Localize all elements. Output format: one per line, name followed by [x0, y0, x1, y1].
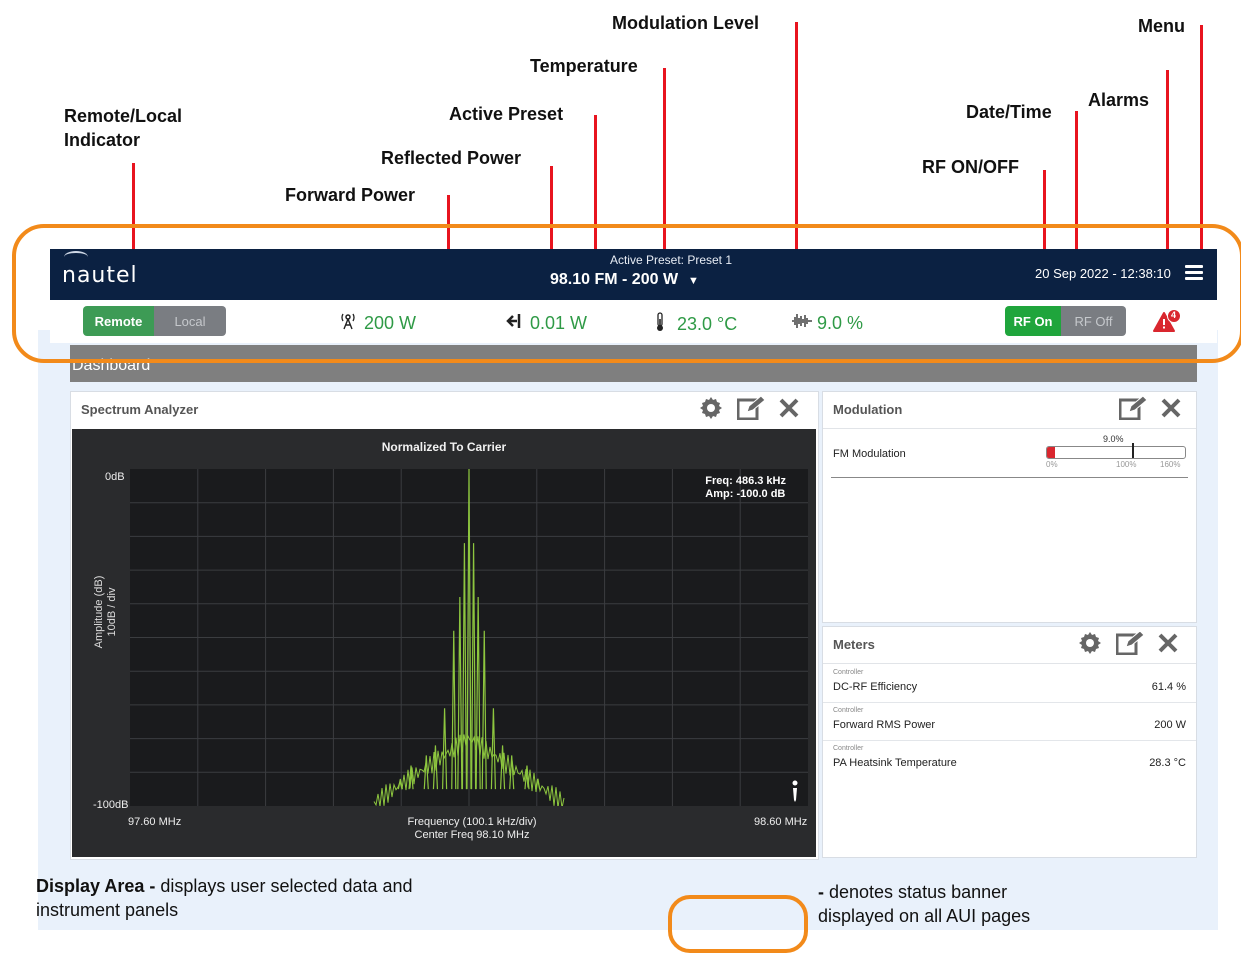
- close-icon[interactable]: [1158, 631, 1178, 661]
- modulation-row-divider: [831, 477, 1188, 478]
- y-axis-bottom-label: -100dB: [93, 799, 129, 811]
- display-area-note-bold: Display Area -: [36, 876, 156, 896]
- modulation-panel: Modulation FM Modulation 9.0% 0% 100% 16…: [822, 391, 1197, 623]
- spectrum-peak: [461, 543, 468, 790]
- spectrum-peak: [451, 630, 457, 790]
- callout-temperature: Temperature: [530, 56, 638, 76]
- scale-0-label: 0%: [1046, 460, 1058, 469]
- meters-panel-actions: [1078, 630, 1178, 661]
- callout-alarms: Alarms: [1088, 90, 1150, 110]
- meter-row: Controller Forward RMS Power 200 W: [823, 703, 1196, 741]
- edit-icon[interactable]: [1115, 630, 1145, 661]
- fm-modulation-label: FM Modulation: [833, 448, 906, 460]
- callout-menu: Menu: [1138, 16, 1185, 36]
- close-icon[interactable]: [779, 396, 799, 426]
- banner-legend-note: - denotes status banner displayed on all…: [818, 880, 1030, 928]
- modulation-panel-actions: [1118, 395, 1181, 426]
- meter-row: Controller PA Heatsink Temperature 28.3 …: [823, 741, 1196, 778]
- spectrum-panel-actions: [699, 395, 799, 426]
- modulation-panel-divider: [823, 428, 1196, 429]
- fm-modulation-value-label: 9.0%: [1103, 434, 1124, 444]
- x-axis-center-label-1: Frequency (100.1 kHz/div): [407, 816, 537, 828]
- spectrum-peak: [441, 708, 448, 790]
- edit-icon[interactable]: [1118, 395, 1148, 426]
- y-axis-title-line2: 10dB / div: [106, 587, 118, 637]
- spectrum-peak: [457, 597, 463, 790]
- cursor-readout-amp: Amp: -100.0 dB: [705, 488, 786, 500]
- meters-panel-title: Meters: [833, 637, 875, 652]
- meter-value: 61.4 %: [1151, 681, 1186, 693]
- close-icon[interactable]: [1161, 396, 1181, 426]
- callout-active-preset: Active Preset: [449, 104, 564, 124]
- meter-value: 200 W: [1154, 719, 1186, 731]
- scale-100-label: 100%: [1116, 460, 1137, 469]
- display-area-note-line2: instrument panels: [36, 900, 179, 920]
- y-axis-top-label: 0dB: [105, 471, 125, 483]
- callout-modulation-level: Modulation Level: [612, 13, 760, 33]
- banner-legend-note-text: denotes status banner: [824, 882, 1008, 902]
- banner-legend-note-line2: displayed on all AUI pages: [818, 906, 1031, 926]
- meter-value: 28.3 °C: [1149, 757, 1186, 769]
- status-banner-annotation-outline: [12, 224, 1241, 363]
- callout-remote-local-line2: Indicator: [64, 130, 141, 150]
- spectrum-peak: [470, 543, 477, 790]
- callout-reflected-power: Reflected Power: [381, 148, 522, 168]
- display-area-note-text: displays user selected data and: [155, 876, 413, 896]
- gear-icon[interactable]: [699, 396, 723, 426]
- edit-icon[interactable]: [736, 395, 766, 426]
- meter-source: Controller: [833, 707, 864, 714]
- y-axis-title: Amplitude (dB) 10dB / div: [93, 572, 119, 652]
- meter-source: Controller: [833, 745, 864, 752]
- meters-panel: Meters Controller DC-RF Efficiency 61.4 …: [822, 626, 1197, 858]
- fm-modulation-bar: [1046, 443, 1186, 459]
- modulation-panel-title: Modulation: [833, 402, 903, 417]
- cursor-readout: Freq: 486.3 kHz Amp: -100.0 dB: [705, 475, 786, 501]
- scale-160-label: 160%: [1160, 460, 1181, 469]
- x-axis-center-label-2: Center Freq 98.10 MHz: [414, 829, 530, 841]
- spectrum-chart: Normalized To Carrier 0dB -100dB Amplitu…: [72, 429, 816, 857]
- callout-remote-local-line1: Remote/Local: [64, 106, 183, 126]
- meter-name: Forward RMS Power: [833, 719, 936, 731]
- callout-remote-local: Remote/Local Indicator: [64, 104, 182, 152]
- fm-modulation-100-marker: [1132, 443, 1134, 458]
- callout-date-time: Date/Time: [966, 102, 1052, 122]
- meters-panel-divider: [823, 663, 1196, 664]
- x-axis-right-label: 98.60 MHz: [754, 816, 808, 828]
- gear-icon[interactable]: [1078, 631, 1102, 661]
- meter-name: DC-RF Efficiency: [833, 681, 918, 693]
- spectrum-plot-svg: [130, 469, 808, 806]
- legend-orange-outline-sample: [668, 895, 808, 953]
- meter-row: Controller DC-RF Efficiency 61.4 %: [823, 665, 1196, 703]
- spectrum-peak: [481, 630, 487, 790]
- spectrum-peak: [475, 597, 481, 790]
- spectrum-chart-title: Normalized To Carrier: [381, 440, 507, 454]
- callout-forward-power: Forward Power: [285, 185, 416, 205]
- meter-name: PA Heatsink Temperature: [833, 757, 957, 769]
- cursor-readout-freq: Freq: 486.3 kHz: [705, 475, 786, 487]
- spectrum-peak: [490, 708, 497, 790]
- cursor-marker-icon: [792, 780, 798, 802]
- callout-rf-on-off: RF ON/OFF: [922, 157, 1019, 177]
- meter-source: Controller: [833, 669, 864, 676]
- y-axis-title-line1: Amplitude (dB): [93, 575, 105, 649]
- spectrum-panel-title: Spectrum Analyzer: [81, 402, 199, 417]
- spectrum-plot-area[interactable]: Freq: 486.3 kHz Amp: -100.0 dB: [130, 469, 808, 806]
- display-area-note: Display Area - displays user selected da…: [36, 874, 413, 922]
- fm-modulation-bar-fill: [1047, 447, 1055, 458]
